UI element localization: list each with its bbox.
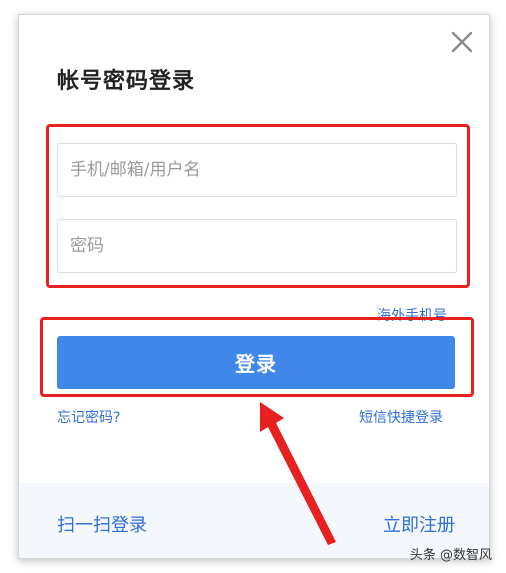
register-link[interactable]: 立即注册 [383,511,455,537]
login-dialog: 帐号密码登录 海外手机号 登录 忘记密码? 短信快捷登录 扫一扫登录 立即注册 [18,14,490,559]
scan-login-link[interactable]: 扫一扫登录 [57,511,147,537]
username-field [57,143,457,197]
sms-login-link[interactable]: 短信快捷登录 [359,407,443,427]
screenshot-stage: 帐号密码登录 海外手机号 登录 忘记密码? 短信快捷登录 扫一扫登录 立即注册 … [0,0,506,573]
forgot-password-link[interactable]: 忘记密码? [57,407,120,427]
login-button[interactable]: 登录 [57,336,455,389]
overseas-phone-link[interactable]: 海外手机号 [377,305,447,325]
password-input[interactable] [58,220,456,272]
close-icon[interactable] [449,29,475,55]
dialog-title: 帐号密码登录 [57,69,196,94]
watermark: 头条 @数智风 [409,548,492,563]
username-input[interactable] [58,144,456,196]
password-field [57,219,457,273]
